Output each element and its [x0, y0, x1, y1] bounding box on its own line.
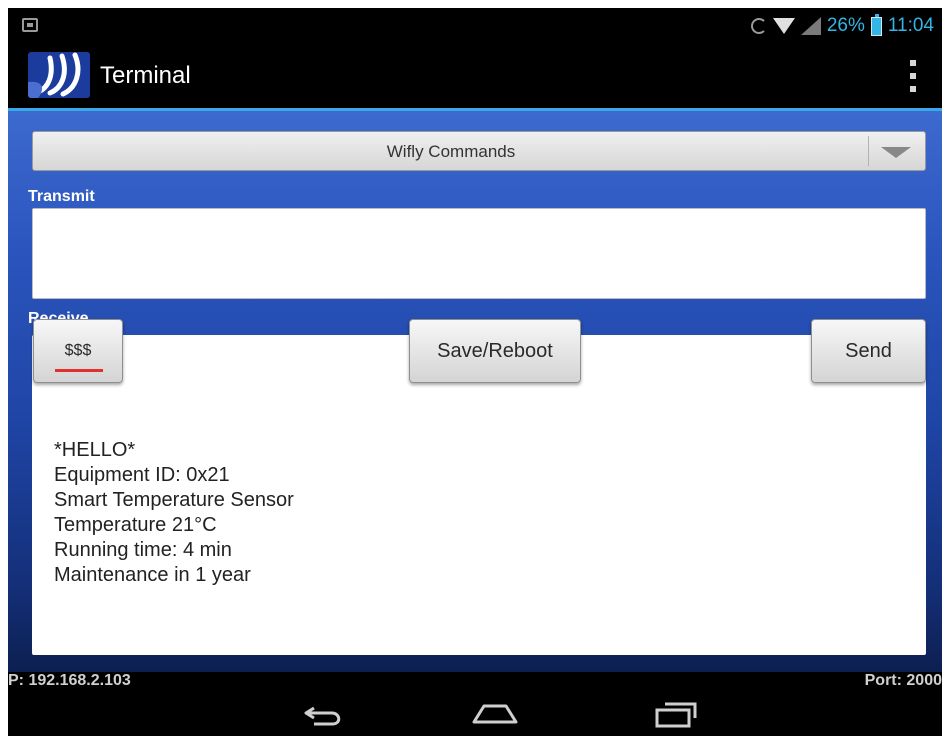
receive-text: *HELLO* Equipment ID: 0x21 Smart Tempera… [54, 438, 294, 588]
receive-line: Running time: 4 min [54, 539, 232, 561]
battery-icon [870, 13, 882, 36]
signal-icon [800, 17, 821, 35]
wifi-icon [772, 18, 795, 34]
status-bar: 26% 11:04 [8, 8, 942, 44]
transmit-label: Transmit [28, 188, 95, 205]
overflow-menu-icon[interactable] [906, 60, 920, 92]
send-button[interactable]: Send [811, 319, 926, 383]
receive-line: Equipment ID: 0x21 [54, 464, 230, 486]
command-mode-label: $$$ [64, 342, 92, 359]
receive-line: *HELLO* [54, 439, 136, 461]
device-screen: 26% 11:04 Terminal Wifly Commands Transm… [8, 8, 942, 736]
ip-address: P: 192.168.2.103 [8, 672, 131, 689]
app-title: Terminal [100, 62, 191, 89]
home-icon[interactable] [468, 700, 522, 730]
active-indicator [55, 369, 103, 372]
commands-dropdown[interactable]: Wifly Commands [32, 131, 926, 171]
command-mode-button[interactable]: $$$ [33, 319, 123, 383]
notification-icon [22, 18, 38, 32]
footer-bar: P: 192.168.2.103 Port: 2000 [8, 672, 942, 736]
dropdown-selected-value: Wifly Commands [386, 142, 516, 161]
recent-apps-icon[interactable] [651, 700, 701, 730]
send-label: Send [845, 339, 892, 362]
port-number: Port: 2000 [864, 672, 942, 689]
receive-line: Temperature 21°C [54, 514, 217, 536]
sync-icon [750, 18, 767, 34]
terminal-content: Wifly Commands Transmit Receive *HELLO* … [8, 108, 942, 672]
status-time: 11:04 [887, 15, 934, 36]
chevron-down-icon[interactable] [881, 147, 911, 158]
save-reboot-button[interactable]: Save/Reboot [409, 319, 581, 383]
receive-line: Smart Temperature Sensor [54, 489, 294, 511]
battery-percent: 26% [826, 15, 865, 36]
back-icon[interactable] [298, 700, 348, 730]
status-indicators: 26% 11:04 [750, 12, 934, 40]
save-reboot-label: Save/Reboot [437, 339, 553, 362]
app-logo [28, 52, 90, 98]
dropdown-divider [868, 136, 869, 166]
receive-output: *HELLO* Equipment ID: 0x21 Smart Tempera… [32, 335, 926, 655]
action-bar: Terminal [8, 44, 942, 108]
transmit-input[interactable] [32, 208, 926, 299]
receive-line: Maintenance in 1 year [54, 564, 251, 586]
